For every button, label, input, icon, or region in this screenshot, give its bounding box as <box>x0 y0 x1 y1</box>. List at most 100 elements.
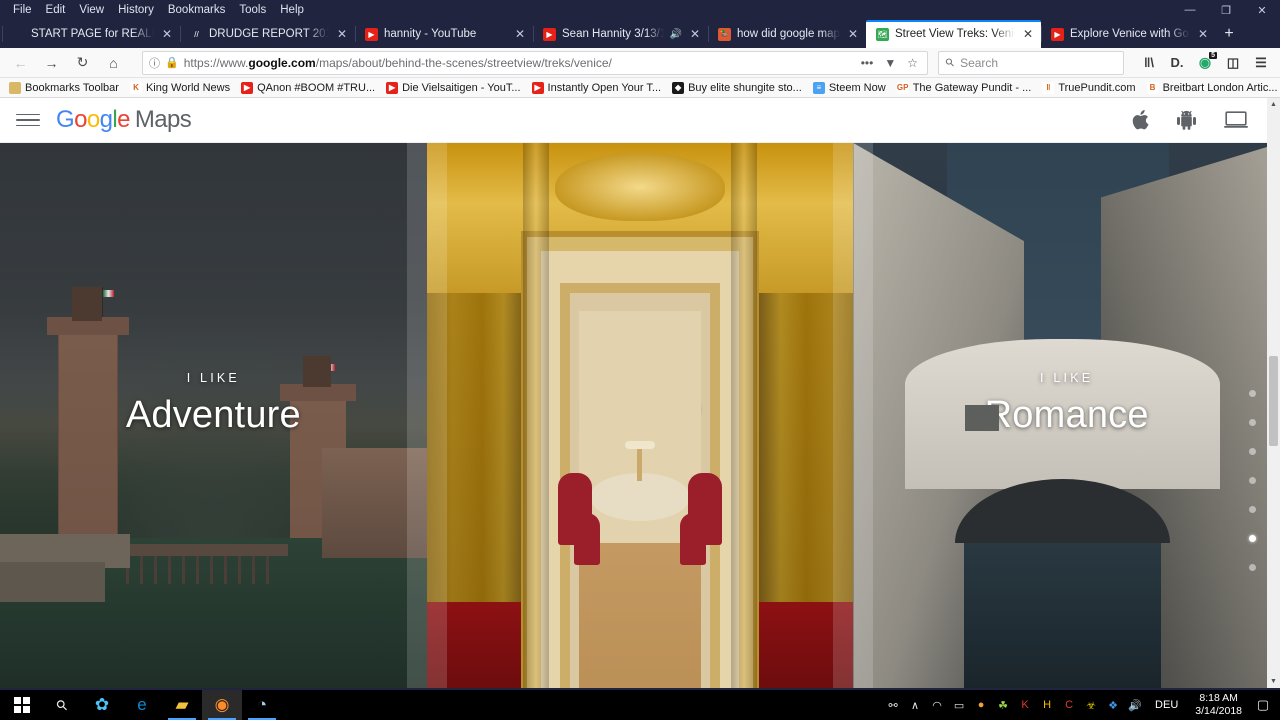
page-scrollbar[interactable]: ▲ ▼ <box>1267 98 1280 688</box>
bookmark-item[interactable]: ≡ Steem Now <box>808 81 891 95</box>
apple-icon[interactable] <box>1132 110 1149 130</box>
microsoft-edge-icon[interactable]: e <box>122 690 162 720</box>
show-hidden-icons-chevron[interactable]: ∧ <box>904 690 926 720</box>
sidebar-icon[interactable]: ◫ <box>1220 50 1246 76</box>
desktop-icon[interactable] <box>1224 111 1248 129</box>
google-maps-logo[interactable]: Google Maps <box>56 106 192 134</box>
home-button[interactable]: ⌂ <box>99 50 128 76</box>
bookmark-item[interactable]: ▶ Instantly Open Your T... <box>527 81 667 95</box>
menu-tools[interactable]: Tools <box>232 0 273 20</box>
bookmark-star-icon[interactable]: ☆ <box>904 56 921 70</box>
browser-tab[interactable]: ▶ Sean Hannity 3/13/18 - Han 🔊 ✕ <box>533 20 708 48</box>
browser-tab[interactable]: ▶ hannity - YouTube ✕ <box>355 20 533 48</box>
volume-icon[interactable]: 🔊 <box>1124 690 1146 720</box>
wifi-icon[interactable]: ◠ <box>926 690 948 720</box>
nav-dot[interactable] <box>1249 477 1256 484</box>
menu-help[interactable]: Help <box>273 0 311 20</box>
tab-close-icon[interactable]: ✕ <box>846 27 860 41</box>
panel-navigation-dots[interactable] <box>1249 390 1256 571</box>
trek-panel-history[interactable]: I LIKE History <box>426 143 854 688</box>
site-info-icon[interactable]: ⓘ <box>149 55 160 71</box>
tab-title: START PAGE for REALITY BASED CIT <box>31 28 154 40</box>
tab-close-icon[interactable]: ✕ <box>1021 27 1035 41</box>
orange-circle-icon[interactable]: ● <box>970 690 992 720</box>
bug-icon[interactable]: ☣ <box>1080 690 1102 720</box>
kaspersky-icon[interactable]: K <box>1014 690 1036 720</box>
nav-dot[interactable] <box>1249 506 1256 513</box>
tab-close-icon[interactable]: ✕ <box>513 27 527 41</box>
app-menu-icon[interactable]: ☰ <box>1248 50 1274 76</box>
scrollbar-thumb[interactable] <box>1269 356 1278 446</box>
nav-dot[interactable] <box>1249 535 1256 542</box>
language-indicator[interactable]: DEU <box>1146 699 1187 711</box>
hamburger-menu-icon[interactable] <box>16 113 40 127</box>
bookmark-item[interactable]: ▶ Die Vielsaitigen - YouT... <box>381 81 525 95</box>
bookmark-item[interactable]: ▶ QAnon #BOOM #TRU... <box>236 81 380 95</box>
globe-browser-icon[interactable]: ◔ <box>242 690 282 720</box>
task-view-icon[interactable]: ✿ <box>82 690 122 720</box>
bookmark-label: TruePundit.com <box>1058 81 1136 94</box>
action-center-icon[interactable]: ▢ <box>1250 690 1276 720</box>
address-bar[interactable]: ⓘ 🔒 https://www.google.com/maps/about/be… <box>142 50 928 75</box>
minimize-button[interactable]: — <box>1172 0 1208 20</box>
pocket-icon[interactable]: ▼ <box>881 56 899 70</box>
menu-edit[interactable]: Edit <box>39 0 73 20</box>
trek-panel-romance[interactable]: I LIKE Romance <box>853 143 1280 688</box>
scroll-down-arrow[interactable]: ▼ <box>1267 675 1280 688</box>
back-button[interactable]: ← <box>6 50 35 76</box>
new-tab-button[interactable]: + <box>1216 20 1242 48</box>
browser-tab[interactable]: // DRUDGE REPORT 2018® ✕ <box>180 20 355 48</box>
bookmark-item[interactable]: GP The Gateway Pundit - ... <box>892 81 1037 95</box>
tab-close-icon[interactable]: ✕ <box>160 27 174 41</box>
nav-dot[interactable] <box>1249 390 1256 397</box>
dropbox-icon[interactable]: ❖ <box>1102 690 1124 720</box>
bookmark-item[interactable]: K King World News <box>125 81 235 95</box>
tab-close-icon[interactable]: ✕ <box>688 27 702 41</box>
people-icon[interactable]: ⚯ <box>882 690 904 720</box>
windows-start-icon[interactable] <box>2 690 42 720</box>
pillar-shape <box>731 143 758 688</box>
trek-panel-adventure[interactable]: I LIKE Adventure <box>0 143 427 688</box>
search-bar[interactable]: ⚲ Search <box>938 50 1124 75</box>
browser-tab[interactable]: 🦆 how did google maps get stree ✕ <box>708 20 866 48</box>
tab-mute-icon[interactable]: 🔊 <box>670 29 682 40</box>
ccleaner-icon[interactable]: C <box>1058 690 1080 720</box>
bookmark-item[interactable]: Bookmarks Toolbar <box>4 81 124 95</box>
h-badge-icon[interactable]: H <box>1036 690 1058 720</box>
scroll-up-arrow[interactable]: ▲ <box>1267 98 1280 111</box>
clock-date: 3/14/2018 <box>1195 705 1242 717</box>
browser-tab[interactable]: START PAGE for REALITY BASED CIT ✕ <box>2 20 180 48</box>
menu-history[interactable]: History <box>111 0 161 20</box>
nav-dot[interactable] <box>1249 564 1256 571</box>
bookmark-item[interactable]: B Breitbart London Artic... <box>1142 81 1280 95</box>
menu-bookmarks[interactable]: Bookmarks <box>161 0 233 20</box>
bookmark-item[interactable]: ◆ Buy elite shungite sto... <box>667 81 807 95</box>
forward-button[interactable]: → <box>37 50 66 76</box>
browser-tab[interactable]: 🗺 Street View Treks: Venice – Abo ✕ <box>866 20 1041 48</box>
bookmark-item[interactable]: ‖ TruePundit.com <box>1037 81 1140 95</box>
youtube-icon: ▶ <box>1051 27 1064 41</box>
nav-dot[interactable] <box>1249 419 1256 426</box>
bookmark-label: Die Vielsaitigen - YouT... <box>402 81 521 94</box>
menu-file[interactable]: File <box>6 0 39 20</box>
battery-icon[interactable]: ▭ <box>948 690 970 720</box>
file-explorer-icon[interactable]: ▰ <box>162 690 202 720</box>
taskbar-search-icon[interactable]: ⚲ <box>42 690 82 720</box>
panel-eyebrow: I LIKE <box>186 371 240 385</box>
menu-view[interactable]: View <box>72 0 111 20</box>
maximize-button[interactable]: ❐ <box>1208 0 1244 20</box>
account-icon[interactable]: D. <box>1164 50 1190 76</box>
library-icon[interactable]: ‖\ <box>1136 50 1162 76</box>
page-actions-icon[interactable]: ••• <box>858 56 877 70</box>
nav-dot[interactable] <box>1249 448 1256 455</box>
reload-button[interactable]: ↻ <box>68 50 97 76</box>
firefox-icon[interactable]: ◉ <box>202 690 242 720</box>
browser-tab[interactable]: ▶ Explore Venice with Google Ma ✕ <box>1041 20 1216 48</box>
clock[interactable]: 8:18 AM 3/14/2018 <box>1187 692 1250 718</box>
close-window-button[interactable]: ✕ <box>1244 0 1280 20</box>
extension-icon[interactable]: ◉ 5 <box>1192 50 1218 76</box>
bird-icon[interactable]: ☘ <box>992 690 1014 720</box>
android-icon[interactable] <box>1177 110 1196 130</box>
tab-close-icon[interactable]: ✕ <box>1196 27 1210 41</box>
tab-close-icon[interactable]: ✕ <box>335 27 349 41</box>
